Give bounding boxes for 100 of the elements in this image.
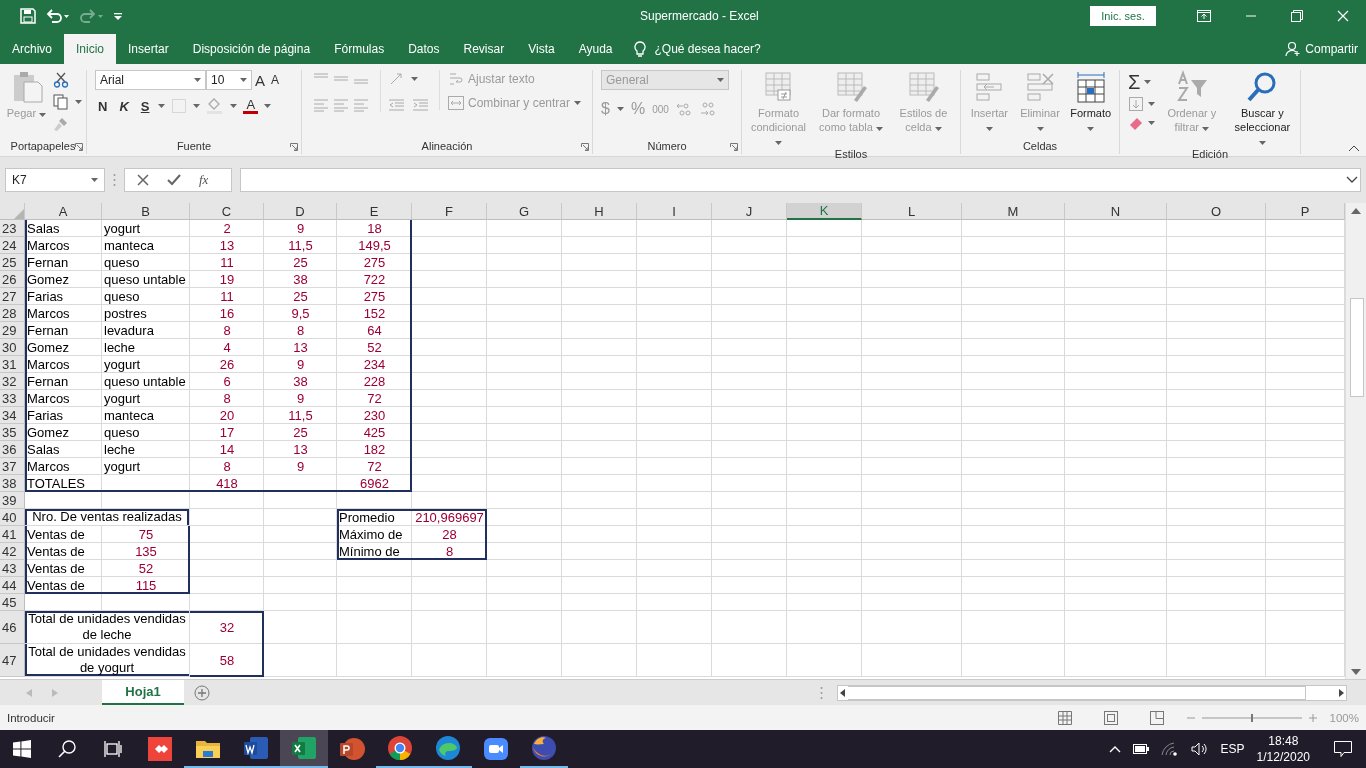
name-box[interactable]: K7 [5, 168, 105, 192]
battery-icon[interactable] [1132, 744, 1149, 754]
scissors-icon[interactable] [53, 72, 69, 88]
row-header[interactable]: 25 [0, 254, 25, 271]
checkmark-icon[interactable] [167, 174, 181, 186]
zoom-thumb[interactable] [1250, 713, 1253, 722]
menu-tab[interactable]: Vista [516, 34, 567, 64]
redo-icon[interactable] [80, 9, 104, 23]
row-header[interactable]: 39 [0, 492, 25, 509]
bold-button[interactable]: N [95, 98, 111, 114]
font-name-field[interactable]: Arial [95, 70, 206, 90]
column-header[interactable]: C [190, 203, 264, 220]
scroll-right-icon[interactable] [1336, 687, 1346, 698]
share-button[interactable]: Compartir [1285, 34, 1358, 64]
row-header[interactable]: 47 [0, 644, 25, 677]
page-layout-icon[interactable] [1103, 710, 1118, 725]
row-header[interactable]: 29 [0, 322, 25, 339]
row-header[interactable]: 34 [0, 407, 25, 424]
scroll-down-icon[interactable] [1351, 668, 1361, 676]
menu-tab[interactable]: Ayuda [566, 34, 625, 64]
italic-button[interactable]: K [116, 98, 132, 114]
column-header[interactable]: K [787, 203, 862, 220]
row-header[interactable]: 45 [0, 594, 25, 611]
row-header[interactable]: 32 [0, 373, 25, 390]
menu-tab[interactable]: Inicio [64, 34, 117, 64]
wifi-icon[interactable] [1160, 742, 1179, 756]
grow-font-button[interactable]: A [252, 71, 268, 89]
sign-in-button[interactable]: Inic. ses. [1090, 6, 1156, 26]
dialog-launcher-icon[interactable] [290, 143, 298, 151]
menu-tab[interactable]: Datos [396, 34, 452, 64]
column-header[interactable]: A [25, 203, 102, 220]
row-header[interactable]: 42 [0, 543, 25, 560]
column-header[interactable]: L [862, 203, 962, 220]
underline-button[interactable]: S [137, 98, 153, 114]
undo-icon[interactable] [46, 9, 70, 23]
tell-me-field[interactable]: ¿Qué desea hacer? [654, 42, 761, 56]
row-header[interactable]: 41 [0, 526, 25, 543]
task-view-icon[interactable] [104, 741, 122, 757]
customize-icon[interactable] [114, 12, 122, 20]
row-header[interactable]: 31 [0, 356, 25, 373]
horizontal-scrollbar[interactable] [837, 684, 1347, 701]
scroll-thumb[interactable] [848, 685, 1306, 700]
row-header[interactable]: 37 [0, 458, 25, 475]
font-size-field[interactable]: 10 [206, 70, 252, 90]
collapse-ribbon-icon[interactable] [1348, 144, 1360, 152]
row-header[interactable]: 43 [0, 560, 25, 577]
fill-bucket-icon[interactable] [206, 98, 225, 114]
row-header[interactable]: 44 [0, 577, 25, 594]
vertical-scrollbar[interactable] [1345, 203, 1366, 679]
save-icon[interactable] [20, 8, 36, 24]
dialog-launcher-icon[interactable] [581, 143, 589, 151]
row-header[interactable]: 27 [0, 288, 25, 305]
column-header[interactable]: I [637, 203, 712, 220]
row-header[interactable]: 46 [0, 611, 25, 644]
scroll-left-icon[interactable] [838, 687, 848, 698]
row-header[interactable]: 28 [0, 305, 25, 322]
autosum-button[interactable]: Σ [1128, 72, 1141, 92]
eraser-icon[interactable] [1128, 116, 1144, 130]
column-header[interactable]: J [712, 203, 787, 220]
clock[interactable]: 18:48 1/12/2020 [1256, 733, 1310, 765]
copy-icon[interactable] [53, 94, 69, 110]
sheet-tab[interactable]: Hoja1 [102, 680, 184, 705]
column-header[interactable]: M [962, 203, 1065, 220]
page-break-icon[interactable] [1149, 710, 1164, 725]
row-header[interactable]: 24 [0, 237, 25, 254]
row-header[interactable]: 36 [0, 441, 25, 458]
chevron-up-icon[interactable] [1108, 745, 1121, 753]
brush-icon[interactable] [53, 116, 69, 132]
search-icon[interactable] [58, 740, 76, 758]
row-header[interactable]: 35 [0, 424, 25, 441]
menu-tab[interactable]: Fórmulas [322, 34, 397, 64]
row-header[interactable]: 40 [0, 509, 25, 526]
row-header[interactable]: 26 [0, 271, 25, 288]
zoom-slider[interactable] [1201, 712, 1302, 723]
dialog-launcher-icon[interactable] [730, 143, 738, 151]
column-header[interactable]: G [487, 203, 562, 220]
insert-function-button[interactable]: fx [199, 172, 209, 188]
menu-tab[interactable]: Archivo [0, 34, 64, 64]
menu-tab[interactable]: Disposición de página [180, 34, 323, 64]
column-header[interactable]: P [1266, 203, 1345, 220]
expand-icon[interactable] [1346, 176, 1358, 184]
menu-tab[interactable]: Revisar [451, 34, 517, 64]
row-header[interactable]: 30 [0, 339, 25, 356]
normal-view-icon[interactable] [1057, 710, 1072, 725]
row-header[interactable]: 23 [0, 220, 25, 237]
speaker-icon[interactable] [1190, 742, 1209, 756]
scroll-up-icon[interactable] [1351, 207, 1361, 215]
column-header[interactable]: D [264, 203, 337, 220]
cancel-icon[interactable] [137, 174, 149, 186]
add-sheet-icon[interactable] [194, 684, 210, 701]
fill-down-icon[interactable] [1128, 96, 1144, 112]
row-header[interactable]: 33 [0, 390, 25, 407]
column-header[interactable]: B [102, 203, 190, 220]
language-indicator[interactable]: ESP [1220, 742, 1245, 756]
row-header[interactable]: 38 [0, 475, 25, 492]
font-color-button[interactable]: A [243, 98, 259, 114]
ribbon-display-icon[interactable] [1197, 10, 1211, 22]
notifications-icon[interactable] [1334, 741, 1352, 757]
column-header[interactable]: F [412, 203, 487, 220]
format-cells-button[interactable]: Formato [1066, 70, 1115, 134]
